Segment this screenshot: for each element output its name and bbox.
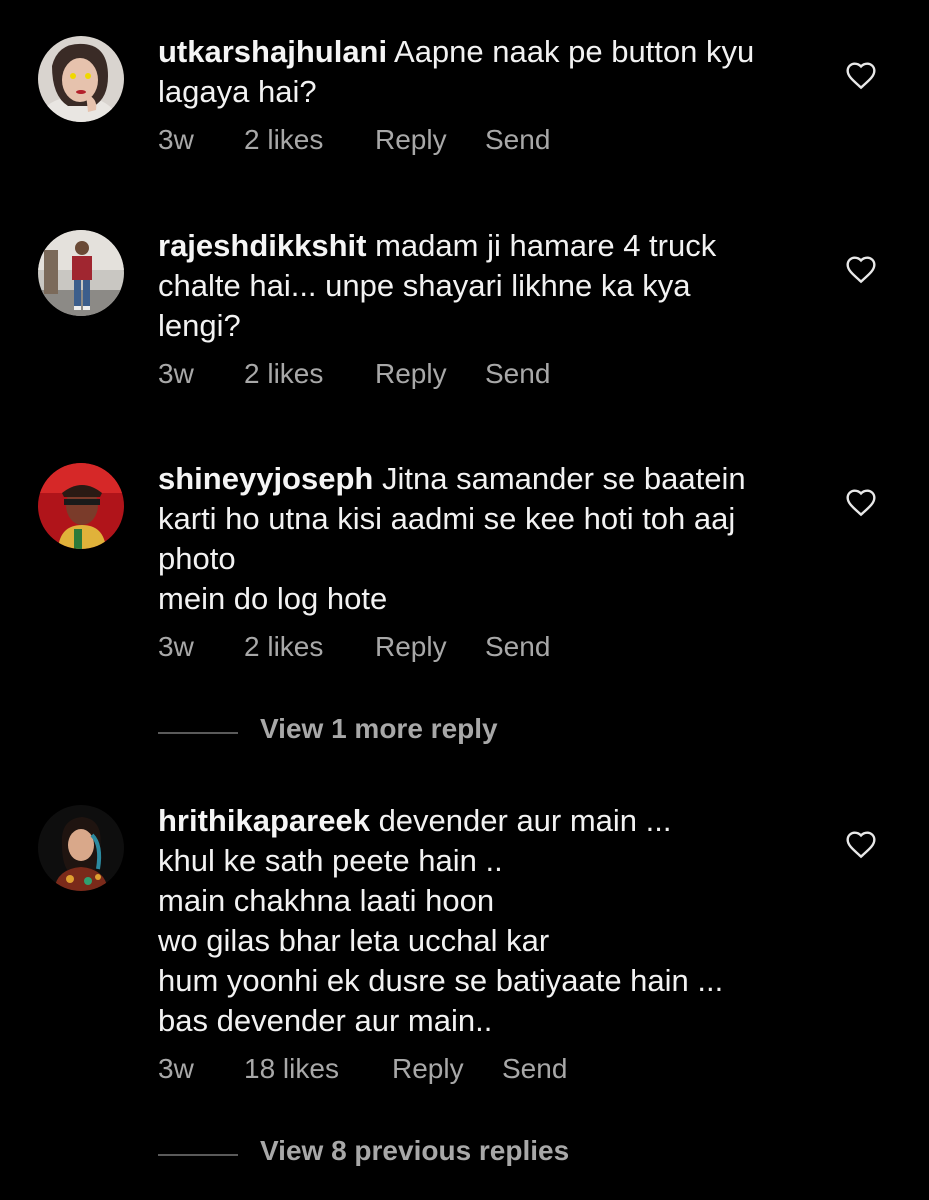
- comment-text: utkarshajhulani Aapne naak pe button kyu…: [158, 32, 818, 112]
- comment-line: lengi?: [158, 308, 241, 343]
- comment-username[interactable]: utkarshajhulani: [158, 34, 387, 69]
- heart-outline-icon[interactable]: [845, 60, 877, 90]
- comment-line: main chakhna laati hoon: [158, 883, 495, 918]
- comment-line: lagaya hai?: [158, 74, 317, 109]
- comment-body: utkarshajhulani Aapne naak pe button kyu…: [158, 32, 818, 164]
- comment-time: 3w: [158, 124, 194, 155]
- heart-outline-icon[interactable]: [845, 487, 877, 517]
- divider: [158, 732, 238, 734]
- comment-line: Aapne naak pe button kyu: [394, 34, 755, 69]
- comment-line: Jitna samander se baatein: [381, 461, 746, 496]
- heart-outline-icon[interactable]: [845, 254, 877, 284]
- comment-line: devender aur main ...: [378, 803, 672, 838]
- send-button[interactable]: Send: [485, 124, 550, 156]
- likes-count[interactable]: 2 likes: [244, 631, 323, 663]
- comment-username[interactable]: rajeshdikkshit: [158, 228, 366, 263]
- likes-count[interactable]: 2 likes: [244, 358, 323, 390]
- comment-line: mein do log hote: [158, 581, 388, 616]
- comment-body: shineyyjoseph Jitna samander se baatein …: [158, 459, 818, 671]
- comment-body: hrithikapareek devender aur main ... khu…: [158, 801, 818, 1093]
- comment-meta: 3w 2 likes Reply Send: [158, 124, 818, 164]
- comment-meta: 3w 18 likes Reply Send: [158, 1053, 818, 1093]
- avatar[interactable]: [38, 36, 124, 122]
- view-more-replies-label[interactable]: View 1 more reply: [260, 713, 498, 745]
- send-button[interactable]: Send: [485, 358, 550, 390]
- comment-username[interactable]: hrithikapareek: [158, 803, 370, 838]
- comment-body: rajeshdikkshit madam ji hamare 4 truck c…: [158, 226, 818, 398]
- avatar[interactable]: [38, 463, 124, 549]
- comment-line: chalte hai... unpe shayari likhne ka kya: [158, 268, 691, 303]
- likes-count[interactable]: 18 likes: [244, 1053, 339, 1085]
- comment-text: rajeshdikkshit madam ji hamare 4 truck c…: [158, 226, 818, 346]
- comment-line: karti ho utna kisi aadmi se kee hoti toh…: [158, 501, 736, 536]
- reply-button[interactable]: Reply: [375, 631, 447, 663]
- comment-username[interactable]: shineyyjoseph: [158, 461, 373, 496]
- reply-button[interactable]: Reply: [375, 124, 447, 156]
- comment-meta: 3w 2 likes Reply Send: [158, 358, 818, 398]
- divider: [158, 1154, 238, 1156]
- send-button[interactable]: Send: [502, 1053, 567, 1085]
- comment-line: khul ke sath peete hain ..: [158, 843, 503, 878]
- comment-text: shineyyjoseph Jitna samander se baatein …: [158, 459, 818, 619]
- comment-time: 3w: [158, 631, 194, 662]
- heart-outline-icon[interactable]: [845, 829, 877, 859]
- comment-line: bas devender aur main..: [158, 1003, 493, 1038]
- comment-meta: 3w 2 likes Reply Send: [158, 631, 818, 671]
- comment-time: 3w: [158, 358, 194, 389]
- comment-line: wo gilas bhar leta ucchal kar: [158, 923, 550, 958]
- avatar[interactable]: [38, 805, 124, 891]
- comment-line: madam ji hamare 4 truck: [375, 228, 717, 263]
- comment-time: 3w: [158, 1053, 194, 1084]
- reply-button[interactable]: Reply: [375, 358, 447, 390]
- reply-button[interactable]: Reply: [392, 1053, 464, 1085]
- comment-text: hrithikapareek devender aur main ... khu…: [158, 801, 818, 1041]
- comment-line: photo: [158, 541, 236, 576]
- avatar[interactable]: [38, 230, 124, 316]
- view-previous-replies-label[interactable]: View 8 previous replies: [260, 1135, 569, 1167]
- likes-count[interactable]: 2 likes: [244, 124, 323, 156]
- comment-line: hum yoonhi ek dusre se batiyaate hain ..…: [158, 963, 724, 998]
- send-button[interactable]: Send: [485, 631, 550, 663]
